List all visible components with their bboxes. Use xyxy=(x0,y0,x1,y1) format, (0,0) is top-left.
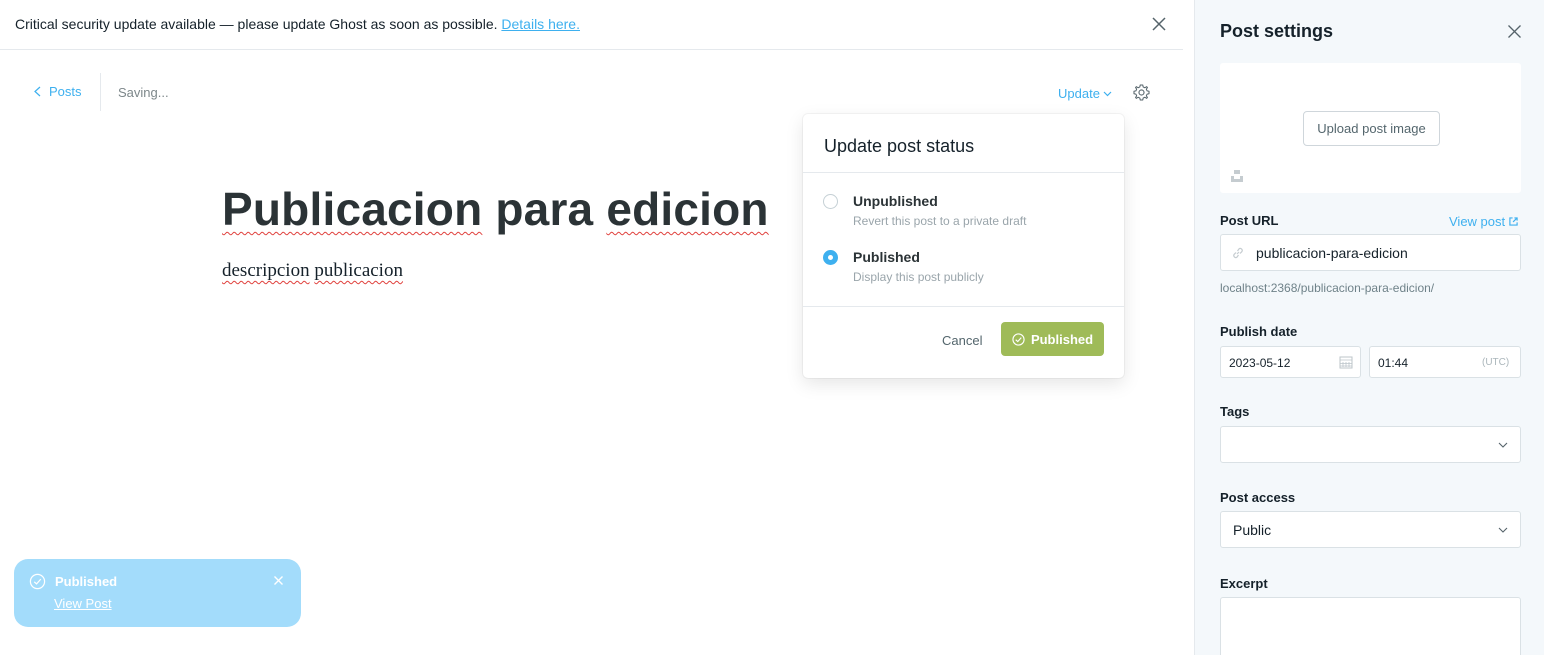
post-access-value: Public xyxy=(1233,522,1272,538)
option-label: Unpublished xyxy=(853,193,938,209)
date-value: 2023-05-12 xyxy=(1229,356,1291,370)
update-status-popover: Update post status Unpublished Revert th… xyxy=(803,114,1124,378)
option-description: Display this post publicly xyxy=(853,270,984,284)
excerpt-label: Excerpt xyxy=(1220,576,1268,591)
chevron-down-icon xyxy=(1498,442,1508,448)
tags-input[interactable] xyxy=(1220,426,1521,463)
chevron-down-icon xyxy=(1103,91,1112,96)
published-button[interactable]: Published xyxy=(1001,322,1104,356)
check-circle-icon xyxy=(1012,332,1025,346)
update-label: Update xyxy=(1058,86,1100,101)
cancel-button[interactable]: Cancel xyxy=(942,333,982,348)
close-icon[interactable] xyxy=(273,575,284,586)
popover-title: Update post status xyxy=(824,136,975,156)
option-label: Published xyxy=(853,249,920,265)
publish-date-input[interactable]: 2023-05-12 xyxy=(1220,346,1361,378)
save-status: Saving... xyxy=(118,85,169,100)
post-image-dropzone[interactable]: Upload post image xyxy=(1220,63,1521,193)
radio-unpublished[interactable] xyxy=(823,194,838,209)
excerpt-textarea[interactable] xyxy=(1220,597,1521,655)
calendar-icon[interactable] xyxy=(1339,355,1353,369)
publish-time-input[interactable]: 01:44 (UTC) xyxy=(1369,346,1521,378)
external-link-icon xyxy=(1509,217,1518,226)
upload-post-image-button[interactable]: Upload post image xyxy=(1303,111,1440,146)
post-settings-sidebar: Post settings Upload post image Post URL… xyxy=(1194,0,1544,655)
link-icon xyxy=(1233,247,1243,259)
unsplash-icon[interactable] xyxy=(1230,169,1244,183)
tags-label: Tags xyxy=(1220,404,1250,419)
divider xyxy=(803,306,1124,307)
divider xyxy=(803,172,1124,173)
toast-title: Published xyxy=(55,574,118,589)
title-word: edicion xyxy=(606,183,769,235)
post-access-select[interactable]: Public xyxy=(1220,511,1521,548)
post-title[interactable]: Publicacion para edicion xyxy=(222,182,769,236)
timezone-label: (UTC) xyxy=(1482,357,1510,368)
view-post-link[interactable]: View Post xyxy=(54,596,112,611)
banner-text: Critical security update available — ple… xyxy=(15,16,580,32)
option-published[interactable]: Published Display this post publicly xyxy=(823,249,984,284)
url-slug-value: publicacion-para-edicion xyxy=(1256,245,1408,261)
toolbar-divider xyxy=(100,73,101,111)
post-url-label: Post URL xyxy=(1220,213,1279,228)
title-word: Publicacion xyxy=(222,183,483,235)
close-icon[interactable] xyxy=(1150,15,1168,33)
view-post-link[interactable]: View post xyxy=(1449,214,1518,229)
post-access-label: Post access xyxy=(1220,490,1296,505)
back-to-posts-link[interactable]: Posts xyxy=(34,84,82,99)
post-url-input[interactable]: publicacion-para-edicion xyxy=(1220,234,1521,271)
title-word: para xyxy=(495,183,594,235)
view-post-label: View post xyxy=(1449,214,1506,229)
editor-area: Critical security update available — ple… xyxy=(0,0,1194,655)
security-banner: Critical security update available — ple… xyxy=(0,0,1183,50)
body-word: descripcion xyxy=(222,260,310,281)
sidebar-title: Post settings xyxy=(1220,21,1334,41)
chevron-down-icon xyxy=(1498,527,1508,533)
body-word: publicacion xyxy=(314,260,403,281)
gear-icon[interactable] xyxy=(1132,83,1151,102)
published-button-label: Published xyxy=(1030,331,1094,347)
chevron-left-icon xyxy=(34,86,41,97)
post-body[interactable]: descripcion publicacion xyxy=(222,260,403,282)
publish-date-label: Publish date xyxy=(1220,324,1298,339)
url-preview: localhost:2368/publicacion-para-edicion/ xyxy=(1220,281,1435,295)
close-icon[interactable] xyxy=(1507,24,1522,39)
check-circle-icon xyxy=(29,573,46,590)
time-value: 01:44 xyxy=(1378,356,1409,370)
banner-message: Critical security update available — ple… xyxy=(15,16,498,32)
option-unpublished[interactable]: Unpublished Revert this post to a privat… xyxy=(823,193,1026,228)
option-description: Revert this post to a private draft xyxy=(853,214,1027,228)
update-menu-trigger[interactable]: Update xyxy=(1058,86,1112,101)
banner-details-link[interactable]: Details here. xyxy=(501,16,580,32)
back-label: Posts xyxy=(49,84,82,99)
notification-toast: Published View Post xyxy=(14,559,301,627)
radio-published[interactable] xyxy=(823,250,838,265)
